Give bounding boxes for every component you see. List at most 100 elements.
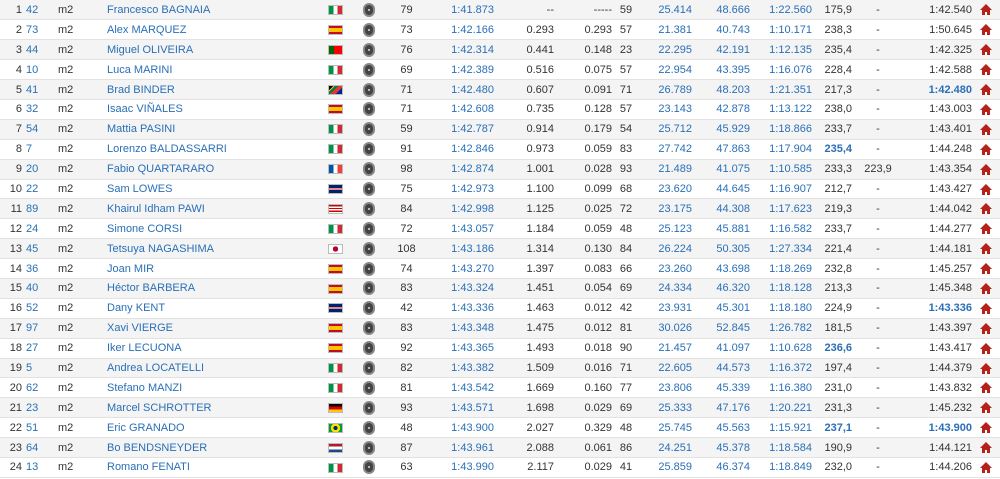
sector-3-link[interactable]: 1:22.560 [750, 0, 812, 21]
sector-1-link[interactable]: 25.333 [640, 397, 692, 419]
sector-1-link[interactable]: 22.954 [640, 59, 692, 81]
home-icon[interactable] [980, 322, 992, 334]
sector-2-link[interactable]: 46.374 [692, 457, 750, 478]
home-icon[interactable] [972, 139, 1000, 160]
sector-1-link[interactable]: 26.224 [640, 238, 692, 260]
rider-number-link[interactable]: 13 [24, 457, 52, 478]
sector-1-link[interactable]: 23.143 [640, 99, 692, 120]
rider-name-link[interactable]: Miguel OLIVEIRA [103, 39, 317, 61]
sector-1-link[interactable]: 21.457 [640, 338, 692, 359]
best-lap-time-link[interactable]: 1:43.057 [429, 218, 494, 240]
rider-number-link[interactable]: 24 [24, 218, 52, 240]
home-icon[interactable] [972, 258, 1000, 279]
sector-1-link[interactable]: 21.489 [640, 159, 692, 180]
home-icon[interactable] [972, 278, 1000, 299]
home-icon[interactable] [972, 437, 1000, 458]
sector-2-link[interactable]: 44.573 [692, 358, 750, 379]
best-lap-time-link[interactable]: 1:43.336 [429, 298, 494, 319]
rider-number-link[interactable]: 22 [24, 179, 52, 200]
home-icon[interactable] [980, 422, 992, 434]
home-icon[interactable] [980, 283, 992, 294]
sector-3-link[interactable]: 1:21.351 [750, 79, 812, 100]
home-icon[interactable] [980, 243, 992, 255]
best-lap-time-link[interactable]: 1:43.348 [429, 318, 494, 339]
rider-name-link[interactable]: Lorenzo BALDASSARRI [103, 139, 317, 160]
rider-number-link[interactable]: 23 [24, 397, 52, 419]
rider-number-link[interactable]: 54 [24, 119, 52, 140]
home-icon[interactable] [980, 183, 992, 195]
sector-2-link[interactable]: 45.563 [692, 417, 750, 439]
home-icon[interactable] [980, 103, 992, 115]
sector-2-link[interactable]: 42.191 [692, 39, 750, 61]
sector-1-link[interactable]: 25.414 [640, 0, 692, 21]
best-lap-time-link[interactable]: 1:43.186 [429, 238, 494, 260]
home-icon[interactable] [972, 79, 1000, 100]
sector-2-link[interactable]: 45.339 [692, 377, 750, 399]
sector-2-link[interactable]: 43.395 [692, 59, 750, 81]
home-icon[interactable] [980, 24, 992, 36]
rider-number-link[interactable]: 41 [24, 79, 52, 100]
rider-name-link[interactable]: Tetsuya NAGASHIMA [103, 238, 317, 260]
sector-1-link[interactable]: 24.334 [640, 278, 692, 299]
sector-3-link[interactable]: 1:10.628 [750, 338, 812, 359]
home-icon[interactable] [980, 462, 992, 474]
home-icon[interactable] [980, 442, 992, 454]
best-lap-time-link[interactable]: 1:42.973 [429, 179, 494, 200]
rider-name-link[interactable]: Isaac VIÑALES [103, 99, 317, 120]
sector-2-link[interactable]: 47.176 [692, 397, 750, 419]
rider-number-link[interactable]: 10 [24, 59, 52, 81]
sector-3-link[interactable]: 1:15.921 [750, 417, 812, 439]
sector-3-link[interactable]: 1:18.849 [750, 457, 812, 478]
best-lap-time-link[interactable]: 1:43.990 [429, 457, 494, 478]
sector-1-link[interactable]: 25.745 [640, 417, 692, 439]
sector-1-link[interactable]: 26.789 [640, 79, 692, 100]
best-lap-time-link[interactable]: 1:42.846 [429, 139, 494, 160]
sector-2-link[interactable]: 45.929 [692, 119, 750, 140]
rider-number-link[interactable]: 45 [24, 238, 52, 260]
sector-3-link[interactable]: 1:18.866 [750, 119, 812, 140]
rider-name-link[interactable]: Luca MARINI [103, 59, 317, 81]
home-icon[interactable] [972, 318, 1000, 339]
sector-1-link[interactable]: 22.605 [640, 358, 692, 379]
best-lap-time-link[interactable]: 1:42.998 [429, 198, 494, 220]
rider-number-link[interactable]: 52 [24, 298, 52, 319]
home-icon[interactable] [972, 39, 1000, 61]
sector-2-link[interactable]: 44.308 [692, 198, 750, 220]
sector-1-link[interactable]: 24.251 [640, 437, 692, 458]
best-lap-time-link[interactable]: 1:41.873 [429, 0, 494, 21]
home-icon[interactable] [980, 84, 992, 96]
sector-3-link[interactable]: 1:16.372 [750, 358, 812, 379]
sector-3-link[interactable]: 1:16.380 [750, 377, 812, 399]
home-icon[interactable] [980, 203, 992, 215]
best-lap-time-link[interactable]: 1:43.270 [429, 258, 494, 279]
rider-name-link[interactable]: Stefano MANZI [103, 377, 317, 399]
rider-name-link[interactable]: Mattia PASINI [103, 119, 317, 140]
sector-1-link[interactable]: 25.859 [640, 457, 692, 478]
best-lap-time-link[interactable]: 1:42.314 [429, 39, 494, 61]
best-lap-time-link[interactable]: 1:42.389 [429, 59, 494, 81]
best-lap-time-link[interactable]: 1:43.324 [429, 278, 494, 299]
rider-number-link[interactable]: 62 [24, 377, 52, 399]
home-icon[interactable] [980, 382, 992, 394]
sector-3-link[interactable]: 1:10.585 [750, 159, 812, 180]
sector-3-link[interactable]: 1:18.584 [750, 437, 812, 458]
rider-name-link[interactable]: Bo BENDSNEYDER [103, 437, 317, 458]
home-icon[interactable] [972, 377, 1000, 399]
best-lap-time-link[interactable]: 1:43.961 [429, 437, 494, 458]
home-icon[interactable] [972, 417, 1000, 439]
sector-3-link[interactable]: 1:18.180 [750, 298, 812, 319]
home-icon[interactable] [972, 99, 1000, 120]
rider-number-link[interactable]: 5 [24, 358, 52, 379]
sector-3-link[interactable]: 1:26.782 [750, 318, 812, 339]
rider-number-link[interactable]: 44 [24, 39, 52, 61]
best-lap-time-link[interactable]: 1:42.874 [429, 159, 494, 180]
rider-number-link[interactable]: 64 [24, 437, 52, 458]
home-icon[interactable] [980, 402, 992, 414]
rider-number-link[interactable]: 40 [24, 278, 52, 299]
home-icon[interactable] [972, 358, 1000, 379]
rider-name-link[interactable]: Alex MARQUEZ [103, 19, 317, 41]
home-icon[interactable] [972, 198, 1000, 220]
sector-3-link[interactable]: 1:17.623 [750, 198, 812, 220]
home-icon[interactable] [980, 223, 992, 235]
sector-3-link[interactable]: 1:27.334 [750, 238, 812, 260]
